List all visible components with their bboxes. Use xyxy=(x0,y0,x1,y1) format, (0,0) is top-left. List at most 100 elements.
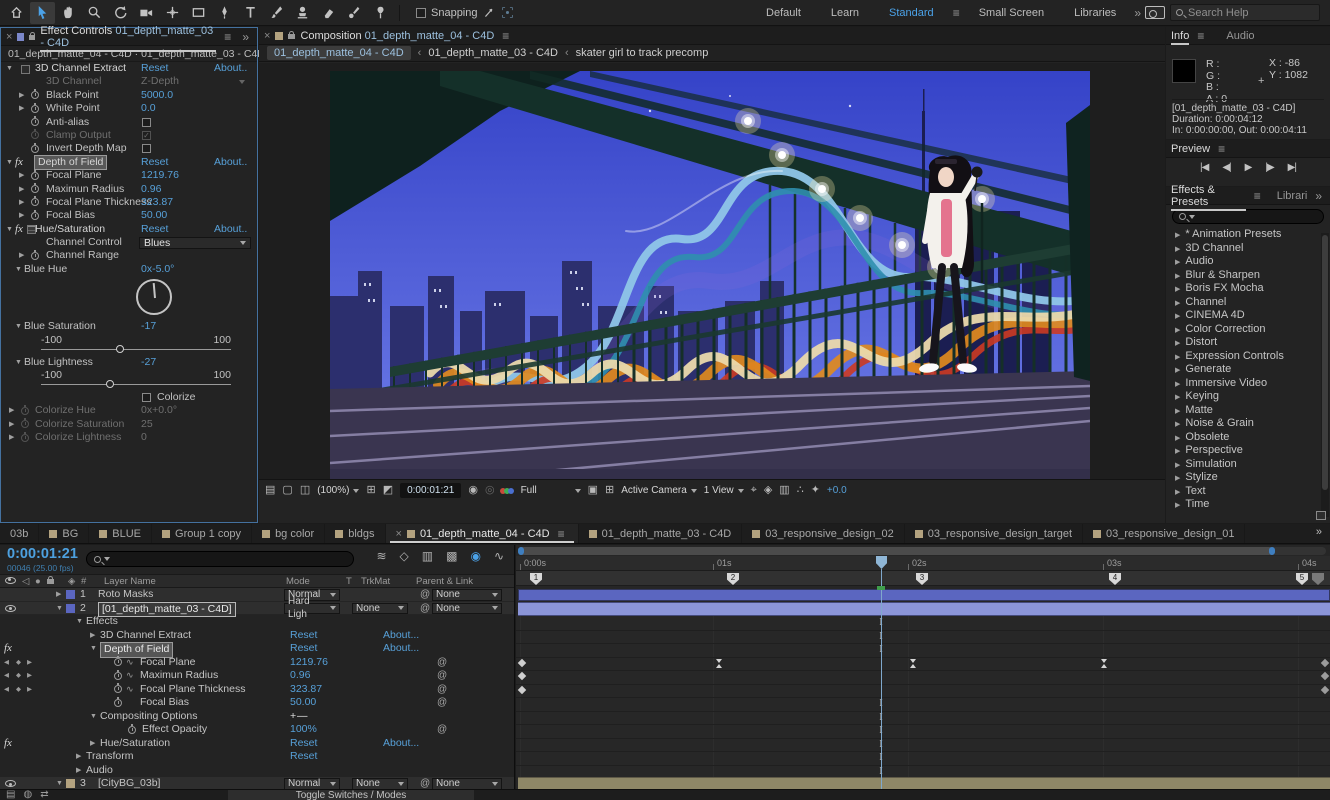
effect-row[interactable]: ▶Focal Plane Thickness323.87 xyxy=(1,196,257,209)
channel-control-dropdown[interactable]: Blues xyxy=(139,237,251,250)
disclosure-right-icon[interactable]: ▶ xyxy=(1175,313,1180,320)
effect-row[interactable]: ▶Focal Bias50.00 xyxy=(1,209,257,222)
snapping-control[interactable]: Snapping xyxy=(416,6,514,19)
selection-tool[interactable] xyxy=(30,2,55,24)
timeline-row[interactable]: ▼Compositing Options+ — xyxy=(0,710,514,724)
about-link[interactable]: About... xyxy=(383,629,419,643)
play-button[interactable]: ▶ xyxy=(1245,162,1252,173)
parent-dropdown[interactable]: None xyxy=(432,603,502,615)
marker-strip[interactable]: 12345 xyxy=(516,571,1330,586)
property-value[interactable]: 0.0 xyxy=(141,102,156,115)
keyframe-icon[interactable] xyxy=(910,659,917,668)
timeline-row[interactable]: Effect Opacity100%@ xyxy=(0,723,514,737)
effect-row[interactable]: Clamp Output✓ xyxy=(1,129,257,142)
add-marker-button[interactable] xyxy=(1312,573,1324,585)
disclosure-right-icon[interactable]: ▶ xyxy=(1175,367,1180,374)
previous-keyframe-icon[interactable]: ◀ xyxy=(4,683,9,697)
region-of-interest-icon[interactable]: ⊞ xyxy=(366,485,375,496)
workspace-libraries[interactable]: Libraries xyxy=(1060,2,1130,24)
close-panel-icon[interactable]: × xyxy=(264,30,270,42)
hide-shy-layers-icon[interactable]: ▥ xyxy=(422,549,433,563)
fx-badge-icon[interactable]: fx xyxy=(4,737,12,751)
pan-behind-tool[interactable] xyxy=(160,2,185,24)
roto-brush-tool[interactable] xyxy=(342,2,367,24)
stopwatch-icon[interactable] xyxy=(31,172,39,180)
composition-tab[interactable]: Composition 01_depth_matte_04 - C4D xyxy=(300,30,494,42)
effects-category-item[interactable]: ▶Time xyxy=(1166,498,1330,512)
property-checkbox[interactable] xyxy=(142,118,151,127)
disclosure-right-icon[interactable]: ▶ xyxy=(1175,475,1180,482)
value-graph-icon[interactable]: ∿ xyxy=(126,669,134,683)
colorize-checkbox[interactable] xyxy=(142,393,151,402)
composition-mini-flowchart-icon[interactable]: ≋ xyxy=(376,549,386,563)
composition-marker[interactable]: 1 xyxy=(530,573,542,585)
effect-row[interactable]: Colorize xyxy=(1,391,257,404)
group-label[interactable]: Transform xyxy=(86,750,133,764)
disclosure-down-icon[interactable]: ▼ xyxy=(15,263,22,276)
effects-category-item[interactable]: ▶Noise & Grain xyxy=(1166,417,1330,431)
layer-color-chip[interactable] xyxy=(66,779,75,788)
scrollbar[interactable] xyxy=(1321,233,1329,517)
property-value[interactable]: 0x-5.0° xyxy=(141,263,174,276)
property-value[interactable]: 0.96 xyxy=(290,669,310,683)
exposure-value[interactable]: +0.0 xyxy=(827,485,847,496)
pick-whip-icon[interactable]: @ xyxy=(437,723,447,737)
effects-category-item[interactable]: ▶Simulation xyxy=(1166,458,1330,472)
exposure-icon[interactable]: ✦ xyxy=(811,485,820,496)
stopwatch-icon[interactable] xyxy=(114,672,122,680)
timeline-row[interactable]: ◀◆▶∿Focal Plane1219.76@ xyxy=(0,656,514,670)
eye-icon[interactable] xyxy=(5,780,16,787)
about-link[interactable]: About... xyxy=(383,737,419,751)
effects-category-item[interactable]: ▶Audio xyxy=(1166,255,1330,269)
about-link[interactable]: About.. xyxy=(214,62,247,75)
preview-tab[interactable]: Preview xyxy=(1171,143,1210,155)
reset-link[interactable]: Reset xyxy=(290,642,317,656)
effect-row[interactable]: ▶Black Point5000.0 xyxy=(1,89,257,102)
snapping-checkbox[interactable] xyxy=(416,8,426,18)
effects-category-item[interactable]: ▶3D Channel xyxy=(1166,242,1330,256)
magnification-dropdown[interactable]: (100%) xyxy=(317,485,359,496)
composition-marker[interactable]: 3 xyxy=(916,573,928,585)
effects-category-item[interactable]: ▶Immersive Video xyxy=(1166,377,1330,391)
pick-whip-icon[interactable]: @ xyxy=(437,656,447,670)
effects-category-item[interactable]: ▶Perspective xyxy=(1166,444,1330,458)
stopwatch-icon[interactable] xyxy=(31,118,39,126)
timeline-tab[interactable]: 03_responsive_design_01 xyxy=(1083,524,1245,543)
reset-link[interactable]: Reset xyxy=(141,156,168,169)
property-checkbox[interactable] xyxy=(142,144,151,153)
effects-category-item[interactable]: ▶Boris FX Mocha xyxy=(1166,282,1330,296)
about-link[interactable]: About... xyxy=(383,642,419,656)
disclosure-right-icon[interactable]: ▶ xyxy=(1175,354,1180,361)
property-checkbox[interactable]: ✓ xyxy=(142,131,151,140)
clone-stamp-tool[interactable] xyxy=(290,2,315,24)
reset-link[interactable]: Reset xyxy=(290,629,317,643)
effects-category-item[interactable]: ▶CINEMA 4D xyxy=(1166,309,1330,323)
effect-row[interactable]: ▶Colorize Lightness0 xyxy=(1,431,257,444)
disclosure-right-icon[interactable]: ▶ xyxy=(9,418,14,431)
panel-overflow-icon[interactable]: » xyxy=(1312,189,1325,203)
brush-tool[interactable] xyxy=(264,2,289,24)
camera-tool[interactable] xyxy=(134,2,159,24)
effects-search-field[interactable] xyxy=(1172,209,1324,224)
reset-link[interactable]: Reset xyxy=(290,750,317,764)
next-keyframe-icon[interactable]: ▶ xyxy=(27,669,32,683)
effect-row[interactable]: -100100 xyxy=(1,369,257,391)
timeline-search-field[interactable] xyxy=(86,551,354,567)
disclosure-right-icon[interactable]: ▶ xyxy=(1175,327,1180,334)
effect-name[interactable]: 3D Channel Extract xyxy=(100,629,191,643)
property-value[interactable]: 1219.76 xyxy=(141,169,179,182)
about-link[interactable]: About.. xyxy=(214,223,247,236)
puppet-pin-tool[interactable] xyxy=(368,2,393,24)
disclosure-right-icon[interactable]: ▶ xyxy=(1175,259,1180,266)
effect-row[interactable]: ▼Blue Saturation-17 xyxy=(1,320,257,333)
pick-whip-icon[interactable]: @ xyxy=(420,602,430,616)
disclosure-right-icon[interactable]: ▶ xyxy=(1175,381,1180,388)
new-preset-icon[interactable] xyxy=(1316,511,1326,520)
panel-menu-icon[interactable]: ≡ xyxy=(1194,29,1207,43)
effect-row[interactable]: ▶Maximun Radius0.96 xyxy=(1,183,257,196)
timeline-tab[interactable]: 03b xyxy=(0,524,39,543)
value-graph-icon[interactable]: ∿ xyxy=(126,683,134,697)
disclosure-right-icon[interactable]: ▶ xyxy=(19,196,24,209)
disclosure-down-icon[interactable]: ▼ xyxy=(90,710,97,723)
reset-link[interactable]: Reset xyxy=(290,737,317,751)
